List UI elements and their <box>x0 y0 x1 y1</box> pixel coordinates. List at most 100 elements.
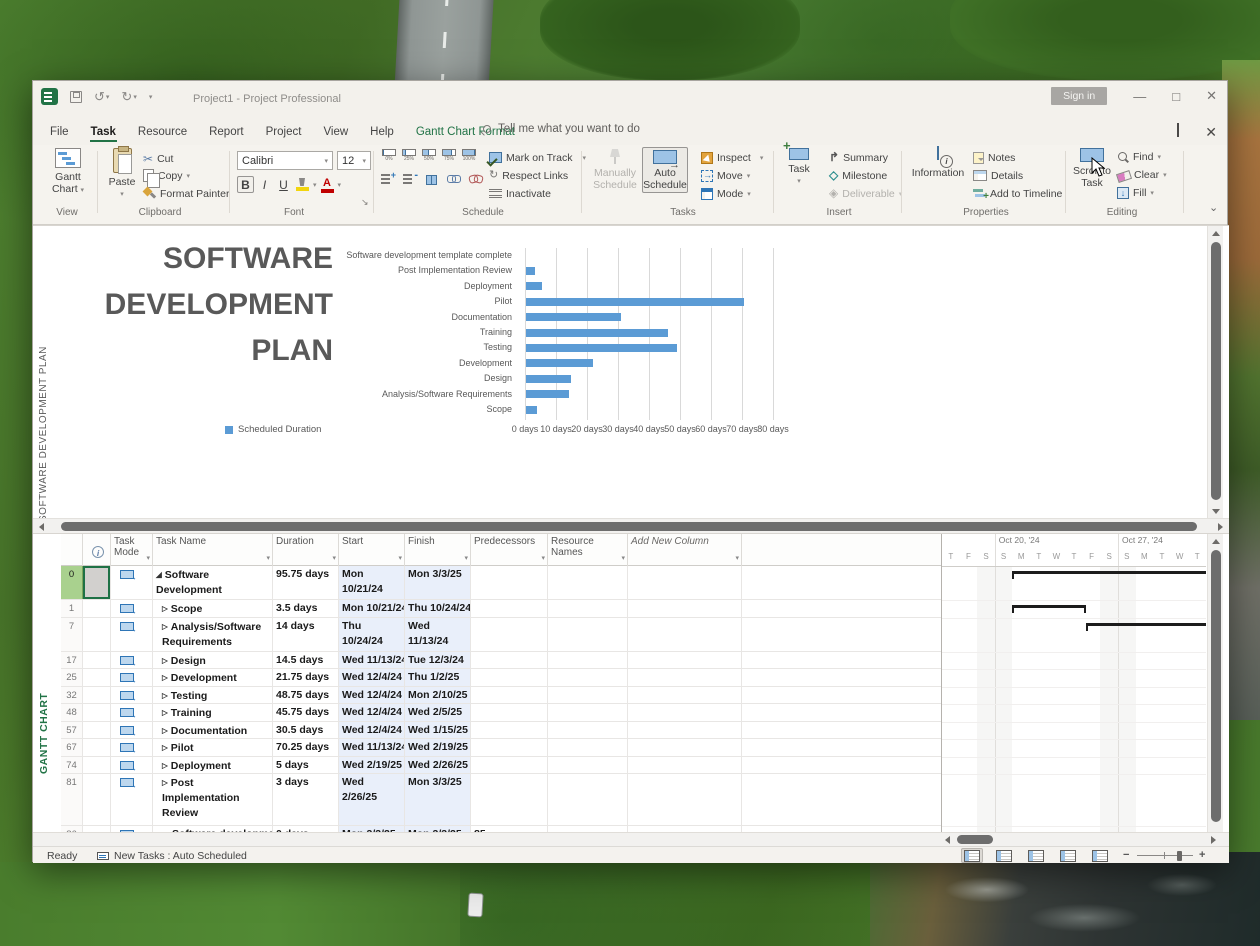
task-mode-cell[interactable] <box>111 704 153 721</box>
cut-button[interactable]: ✂Cut <box>143 151 173 166</box>
chart-bar[interactable] <box>526 390 569 398</box>
task-info-cell[interactable] <box>83 757 111 774</box>
gantt-chart-view-button[interactable]: Gantt Chart ▾ <box>45 148 91 196</box>
collapse-ribbon-button[interactable]: ⌄ <box>1209 201 1218 214</box>
scroll-down-arrow[interactable] <box>1212 509 1220 514</box>
task-res-cell[interactable] <box>548 722 628 739</box>
task-mode-cell[interactable] <box>111 566 153 599</box>
chevron-down-icon[interactable]: ▾ <box>146 553 150 564</box>
task-start-cell[interactable]: Wed 12/4/24 <box>339 669 405 686</box>
report-view-button[interactable] <box>1089 848 1111 863</box>
task-pred-cell[interactable] <box>471 739 548 756</box>
task-add-cell[interactable] <box>628 618 742 651</box>
team-planner-view-button[interactable] <box>1025 848 1047 863</box>
task-info-cell[interactable] <box>83 739 111 756</box>
task-start-cell[interactable]: Mon 10/21/24 <box>339 600 405 617</box>
task-mode-cell[interactable] <box>111 669 153 686</box>
chart-bar[interactable] <box>526 359 593 367</box>
task-mode-cell[interactable] <box>111 774 153 825</box>
insert-task-button[interactable]: Task▾ <box>781 148 817 187</box>
column-header-pred[interactable]: Predecessors▾ <box>471 534 548 566</box>
task-num-cell[interactable]: 67 <box>61 739 83 756</box>
font-dialog-launcher[interactable]: ↘ <box>361 197 369 208</box>
manually-schedule-button[interactable]: Manually Schedule <box>589 148 641 191</box>
task-res-cell[interactable] <box>548 618 628 651</box>
percent-100-button[interactable]: 100% <box>461 149 477 165</box>
expand-triangle-icon[interactable]: ▷ <box>162 653 168 668</box>
task-num-cell[interactable]: 81 <box>61 774 83 825</box>
task-finish-cell[interactable]: Wed 11/13/24 <box>405 618 471 651</box>
task-dur-cell[interactable]: 14 days <box>273 618 339 651</box>
task-finish-cell[interactable]: Tue 12/3/24 <box>405 652 471 669</box>
task-start-cell[interactable]: Wed 12/4/24 <box>339 722 405 739</box>
bold-button[interactable]: B <box>237 176 254 193</box>
task-dur-cell[interactable]: 14.5 days <box>273 652 339 669</box>
expand-triangle-icon[interactable]: ▷ <box>162 601 168 616</box>
collapse-triangle-icon[interactable]: ◢ <box>156 567 162 582</box>
column-header-name[interactable]: Task Name▾ <box>153 534 273 566</box>
scroll-up-arrow[interactable] <box>1212 539 1220 544</box>
task-info-cell[interactable] <box>83 618 111 651</box>
task-num-cell[interactable]: 1 <box>61 600 83 617</box>
report-horizontal-scrollbar[interactable] <box>33 518 1229 534</box>
customize-qat-button[interactable]: ▾ <box>149 93 153 101</box>
chevron-down-icon[interactable]: ▾ <box>332 553 336 564</box>
expand-triangle-icon[interactable]: ▷ <box>162 775 168 790</box>
tab-view[interactable]: View <box>312 122 359 142</box>
task-pred-cell[interactable] <box>471 669 548 686</box>
expand-triangle-icon[interactable]: ▷ <box>162 619 168 634</box>
add-to-timeline-button[interactable]: Add to Timeline <box>973 186 1062 201</box>
task-dur-cell[interactable]: 48.75 days <box>273 687 339 704</box>
percent-25-button[interactable]: 25% <box>401 149 417 165</box>
task-num-cell[interactable]: 0 <box>61 566 83 599</box>
zoom-slider-handle[interactable] <box>1177 851 1182 861</box>
task-start-cell[interactable]: Wed 2/19/25 <box>339 757 405 774</box>
chart-bar[interactable] <box>526 329 668 337</box>
maximize-button[interactable]: □ <box>1172 89 1180 104</box>
task-name-cell[interactable]: ▷Development <box>153 669 273 686</box>
task-pred-cell[interactable] <box>471 652 548 669</box>
gantt-timeline[interactable]: Oct 20, '24Oct 27, '24TFSSMTWTFSSMTWT <box>942 534 1206 832</box>
summary-task-bar[interactable] <box>1086 623 1206 631</box>
scroll-left-arrow[interactable] <box>39 523 44 531</box>
selected-cell[interactable] <box>83 566 110 599</box>
chevron-down-icon[interactable]: ▾ <box>398 553 402 564</box>
task-info-cell[interactable] <box>83 722 111 739</box>
restore-document-button[interactable] <box>1177 124 1179 136</box>
tab-task[interactable]: Task <box>80 122 127 142</box>
zoom-slider-track[interactable] <box>1137 855 1193 856</box>
paste-button[interactable]: Paste▾ <box>105 148 139 200</box>
expand-triangle-icon[interactable]: ▷ <box>162 688 168 703</box>
undo-button[interactable]: ↺▾ <box>94 89 109 105</box>
task-pred-cell[interactable] <box>471 757 548 774</box>
unlink-tasks-icon[interactable] <box>469 173 482 184</box>
expand-triangle-icon[interactable]: ▷ <box>162 740 168 755</box>
task-add-cell[interactable] <box>628 774 742 825</box>
task-mode-cell[interactable] <box>111 618 153 651</box>
outdent-task-icon[interactable] <box>403 173 416 184</box>
details-button[interactable]: Details <box>973 168 1023 183</box>
sign-in-button[interactable]: Sign in <box>1051 87 1107 105</box>
inactivate-button[interactable]: Inactivate <box>489 186 551 201</box>
task-add-cell[interactable] <box>628 704 742 721</box>
tab-project[interactable]: Project <box>255 122 313 142</box>
report-vertical-scrollbar[interactable] <box>1207 226 1223 518</box>
column-header-num[interactable] <box>61 534 83 566</box>
task-start-cell[interactable]: Wed 11/13/24 <box>339 739 405 756</box>
task-pred-cell[interactable] <box>471 600 548 617</box>
task-add-cell[interactable] <box>628 722 742 739</box>
task-num-cell[interactable]: 48 <box>61 704 83 721</box>
task-start-cell[interactable]: Thu 10/24/24 <box>339 618 405 651</box>
task-finish-cell[interactable]: Mon 3/3/25 <box>405 774 471 825</box>
column-header-finish[interactable]: Finish▾ <box>405 534 471 566</box>
notes-button[interactable]: Notes <box>973 150 1015 165</box>
tab-help[interactable]: Help <box>359 122 405 142</box>
chevron-down-icon[interactable]: ▾ <box>735 553 739 564</box>
task-usage-view-button[interactable] <box>993 848 1015 863</box>
task-info-cell[interactable] <box>83 704 111 721</box>
mark-on-track-button[interactable]: Mark on Track▾ <box>489 150 586 165</box>
milestone-button[interactable]: ◇Milestone <box>829 168 887 183</box>
save-button[interactable] <box>70 91 82 103</box>
task-dur-cell[interactable]: 95.75 days <box>273 566 339 599</box>
task-res-cell[interactable] <box>548 600 628 617</box>
